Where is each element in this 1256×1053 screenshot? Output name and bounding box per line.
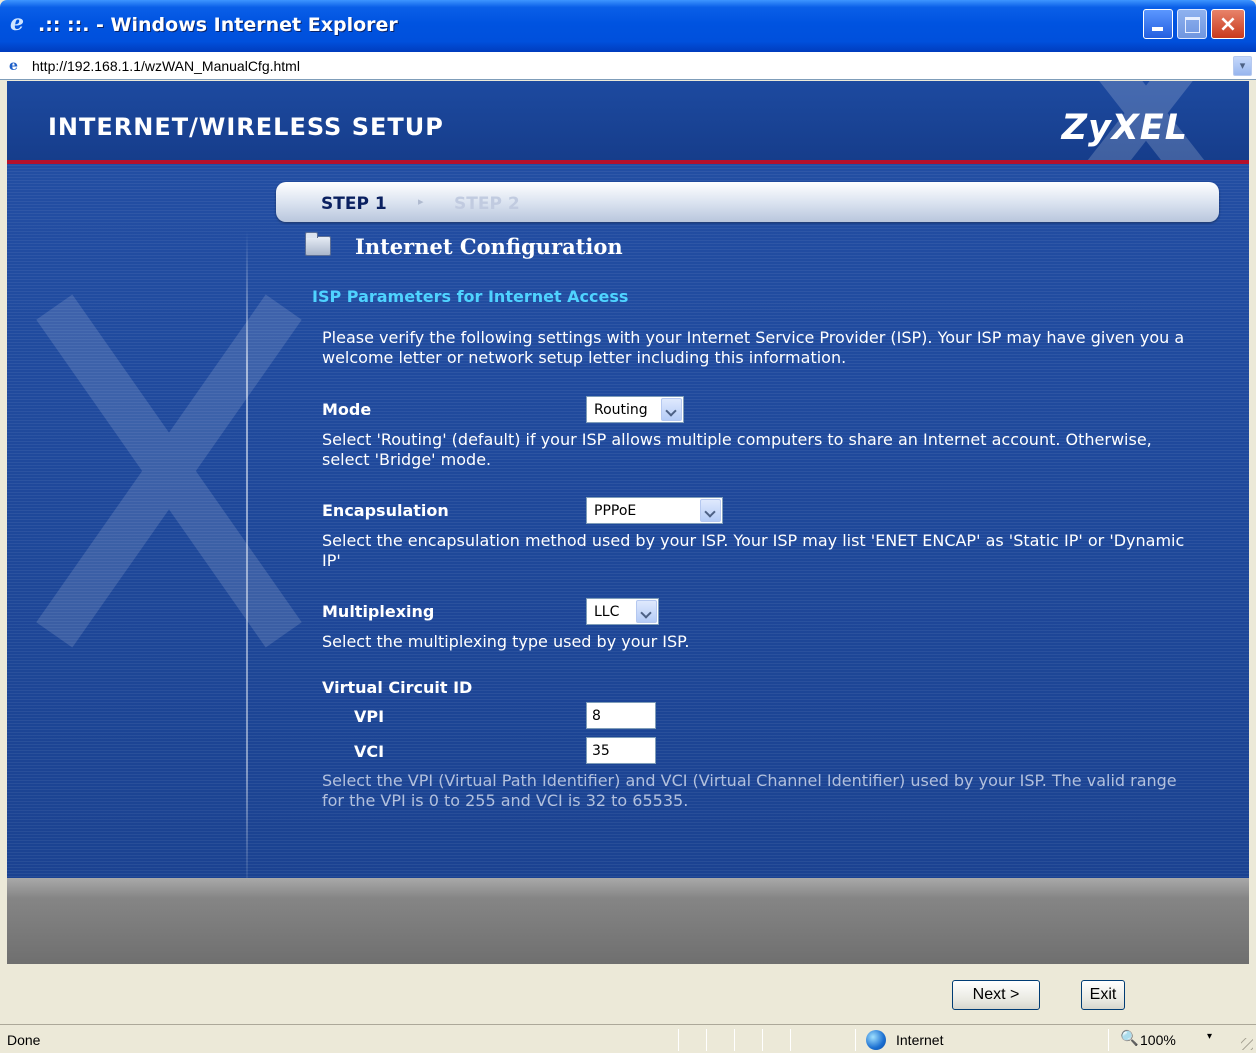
- address-url[interactable]: http://192.168.1.1/wzWAN_ManualCfg.html: [32, 58, 300, 74]
- background-watermark-x: [37, 291, 267, 651]
- close-button[interactable]: ×: [1211, 9, 1245, 39]
- chevron-down-icon[interactable]: [661, 398, 682, 421]
- mode-select[interactable]: Routing: [586, 396, 684, 423]
- section-subtitle: ISP Parameters for Internet Access: [312, 287, 629, 306]
- ie-logo-icon: e: [10, 10, 24, 36]
- next-button[interactable]: Next >: [952, 980, 1040, 1010]
- intro-text: Please verify the following settings wit…: [322, 328, 1185, 367]
- folder-icon: [305, 232, 331, 256]
- status-divider: [678, 1029, 679, 1051]
- multiplexing-select[interactable]: LLC: [586, 598, 659, 625]
- page-title: INTERNET/WIRELESS SETUP: [48, 113, 444, 141]
- vci-value: 35: [592, 743, 610, 759]
- vci-input[interactable]: 35: [586, 737, 656, 764]
- resize-grip[interactable]: [1241, 1038, 1253, 1050]
- window-title: .:: ::. - Windows Internet Explorer: [38, 14, 398, 36]
- status-divider: [790, 1029, 791, 1051]
- vc-help: Select the VPI (Virtual Path Identifier)…: [322, 771, 1177, 810]
- multiplexing-select-value: LLC: [594, 604, 620, 620]
- internet-zone-icon: [866, 1030, 886, 1050]
- maximize-button[interactable]: [1177, 9, 1207, 39]
- zoom-icon[interactable]: 🔍: [1120, 1029, 1139, 1047]
- address-dropdown-icon[interactable]: ▾: [1233, 56, 1252, 76]
- multiplexing-help: Select the multiplexing type used by you…: [322, 632, 690, 651]
- encapsulation-select[interactable]: PPPoE: [586, 497, 723, 524]
- mode-label: Mode: [322, 400, 372, 419]
- status-divider: [762, 1029, 763, 1051]
- status-divider: [706, 1029, 707, 1051]
- status-text: Done: [7, 1032, 41, 1048]
- address-bar[interactable]: e http://192.168.1.1/wzWAN_ManualCfg.htm…: [0, 52, 1256, 80]
- close-icon: ×: [1218, 12, 1238, 37]
- status-divider: [1108, 1029, 1109, 1051]
- encapsulation-select-value: PPPoE: [594, 503, 637, 519]
- page-content: INTERNET/WIRELESS SETUP ZyXEL STEP 1 ▸ S…: [7, 81, 1249, 964]
- mode-help: Select 'Routing' (default) if your ISP a…: [322, 430, 1152, 469]
- minimize-button[interactable]: [1143, 9, 1173, 39]
- mode-select-value: Routing: [594, 402, 648, 418]
- encapsulation-help: Select the encapsulation method used by …: [322, 531, 1185, 570]
- vpi-input[interactable]: 8: [586, 702, 656, 729]
- status-bar: Done Internet 🔍 100% ▾: [0, 1024, 1256, 1053]
- zoom-dropdown-icon[interactable]: ▾: [1207, 1031, 1212, 1042]
- vci-label: VCI: [354, 742, 385, 761]
- step-arrow-icon: ▸: [418, 196, 424, 208]
- vertical-divider: [246, 231, 248, 901]
- zyxel-logo: ZyXEL: [1061, 108, 1188, 148]
- chevron-down-icon[interactable]: [636, 600, 657, 623]
- step-2-label: STEP 2: [454, 194, 520, 214]
- status-divider: [855, 1029, 856, 1051]
- step-bar: STEP 1 ▸ STEP 2: [276, 182, 1219, 222]
- button-bar: [7, 878, 1249, 964]
- vpi-label: VPI: [354, 707, 385, 726]
- page-icon: e: [9, 58, 18, 74]
- section-title: Internet Configuration: [355, 234, 623, 259]
- security-zone: Internet: [896, 1032, 944, 1048]
- multiplexing-label: Multiplexing: [322, 602, 435, 621]
- vpi-value: 8: [592, 708, 601, 724]
- page-header: INTERNET/WIRELESS SETUP ZyXEL: [7, 81, 1249, 164]
- status-divider: [734, 1029, 735, 1051]
- chevron-down-icon[interactable]: [700, 499, 721, 522]
- step-1-label: STEP 1: [321, 194, 387, 214]
- exit-button[interactable]: Exit: [1081, 980, 1125, 1010]
- virtual-circuit-label: Virtual Circuit ID: [322, 678, 473, 697]
- encapsulation-label: Encapsulation: [322, 501, 449, 520]
- window-titlebar[interactable]: e .:: ::. - Windows Internet Explorer ×: [0, 0, 1256, 52]
- zoom-level[interactable]: 100%: [1140, 1032, 1176, 1048]
